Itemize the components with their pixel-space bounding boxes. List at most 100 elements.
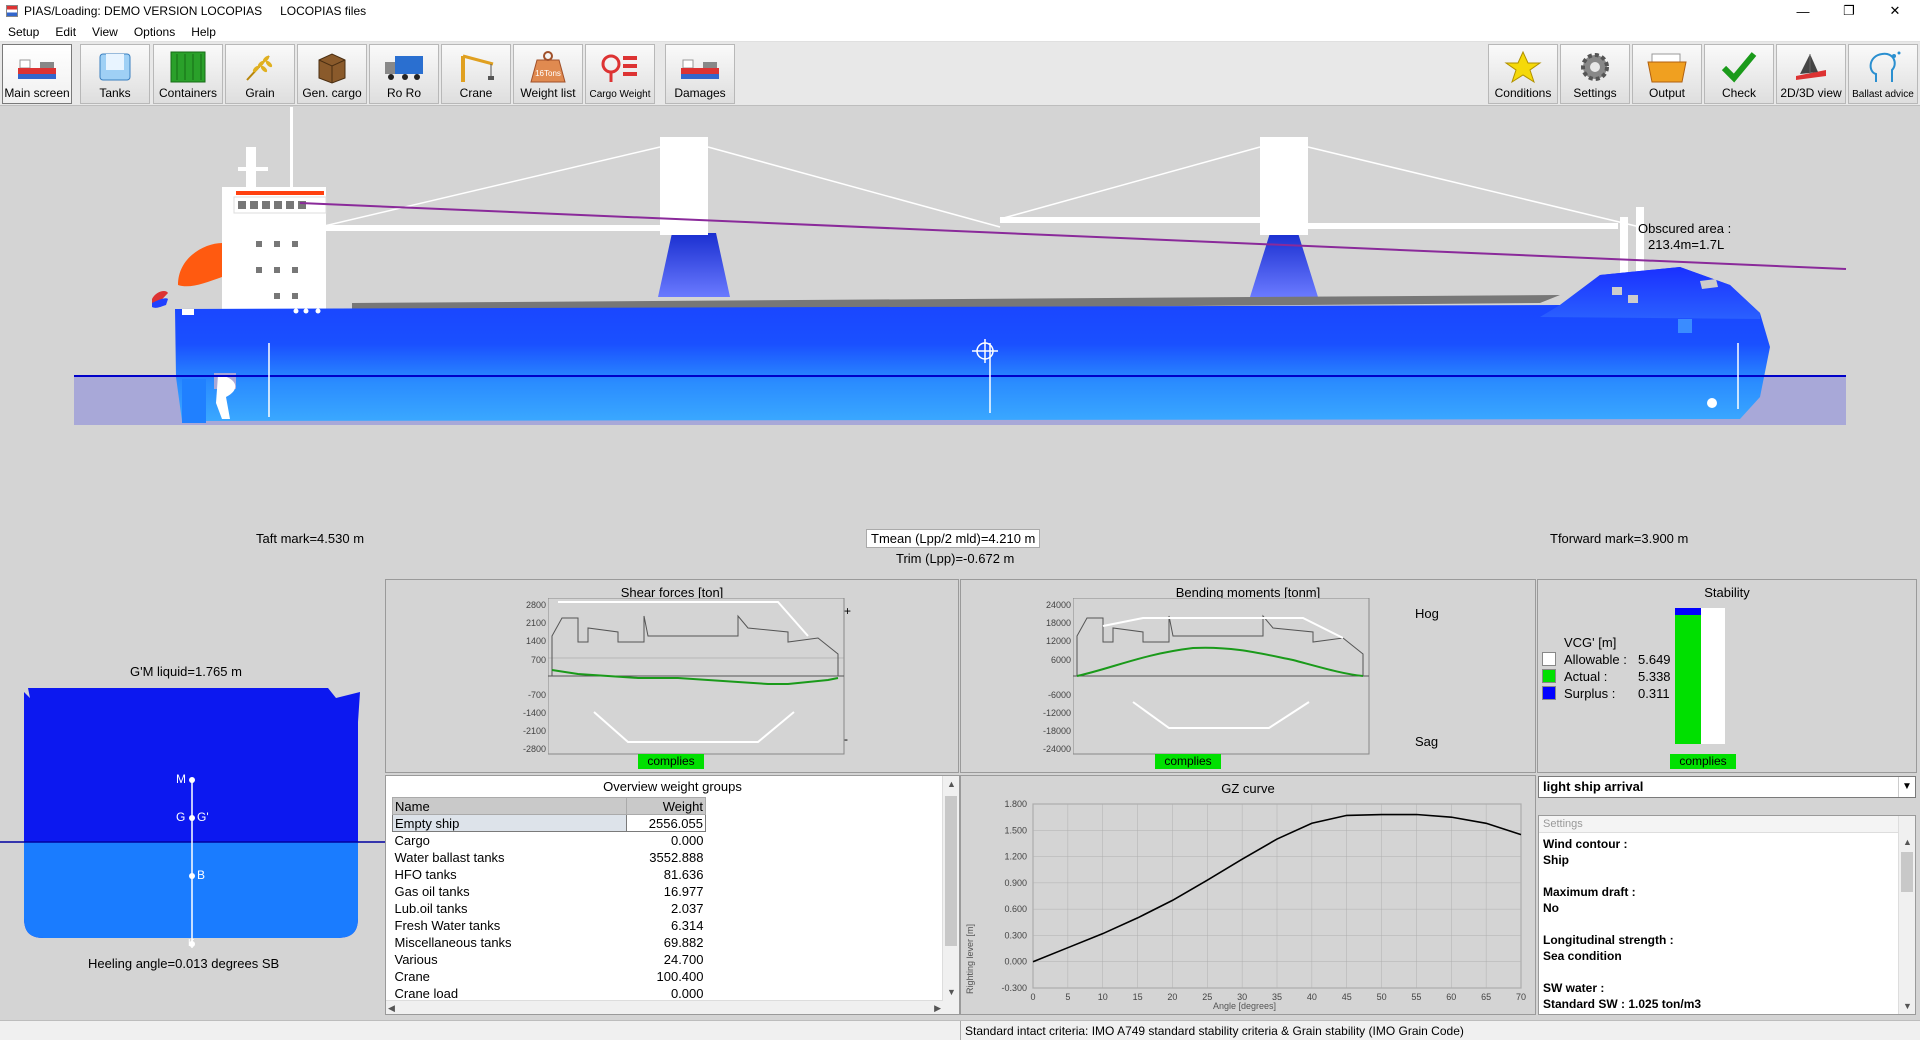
weights-scroll-thumb[interactable] bbox=[945, 796, 957, 946]
gz-ytick-label: 0.000 bbox=[1004, 957, 1027, 967]
roro-button[interactable]: Ro Ro bbox=[369, 44, 439, 104]
table-row[interactable]: Fresh Water tanks 6.314 bbox=[393, 917, 706, 934]
hold-cone-fwd bbox=[1250, 233, 1318, 297]
gz-xtick-label: 40 bbox=[1307, 992, 1317, 1002]
taft-mark: Taft mark=4.530 m bbox=[256, 531, 365, 546]
row-name: HFO tanks bbox=[394, 866, 457, 882]
table-row[interactable]: Cargo 0.000 bbox=[393, 832, 706, 849]
scroll-down-icon[interactable]: ▼ bbox=[943, 984, 959, 1000]
actual-value: 5.338 bbox=[1638, 669, 1671, 684]
stability-bar bbox=[1675, 608, 1725, 744]
scroll-left-icon[interactable]: ◀ bbox=[388, 1001, 395, 1014]
settings-scroll-thumb[interactable] bbox=[1901, 852, 1913, 892]
tank-icon bbox=[99, 53, 131, 81]
bending-status: complies bbox=[1155, 754, 1221, 769]
row-weight: 3552.888 bbox=[649, 849, 704, 865]
view-3d-button[interactable]: 2D/3D view bbox=[1776, 44, 1846, 104]
scroll-up-icon[interactable]: ▲ bbox=[1899, 834, 1915, 850]
bending-tick-2: 12000 bbox=[1045, 636, 1071, 646]
tanks-button[interactable]: Tanks bbox=[80, 44, 150, 104]
damages-button[interactable]: Damages bbox=[665, 44, 735, 104]
output-button[interactable]: Output bbox=[1632, 44, 1702, 104]
shear-minus: - bbox=[844, 732, 848, 746]
setting-value: No bbox=[1543, 901, 1559, 915]
gz-xtick-label: 15 bbox=[1133, 992, 1143, 1002]
table-header: Name Weight bbox=[392, 797, 706, 815]
bending-tick-3: 6000 bbox=[1050, 655, 1071, 665]
table-row[interactable]: Gas oil tanks 16.977 bbox=[393, 883, 706, 900]
table-row[interactable]: Miscellaneous tanks 69.882 bbox=[393, 934, 706, 951]
table-row[interactable]: Crane load 0.000 bbox=[393, 985, 706, 1002]
chevron-down-icon[interactable]: ▼ bbox=[1898, 777, 1915, 797]
gen-cargo-button[interactable]: Gen. cargo bbox=[297, 44, 367, 104]
weights-hscroll[interactable]: ◀ ▶ bbox=[386, 1000, 943, 1014]
table-row[interactable]: Various 24.700 bbox=[393, 951, 706, 968]
condition-select[interactable]: light ship arrival ▼ bbox=[1538, 776, 1916, 798]
main-screen-button[interactable]: Main screen bbox=[2, 44, 72, 104]
output-label: Output bbox=[1648, 86, 1686, 100]
shear-tick-5: -1400 bbox=[522, 708, 546, 718]
gz-ytick-label: 1.800 bbox=[1004, 799, 1027, 809]
ship-profile-drawing bbox=[74, 107, 1847, 425]
col-weight[interactable]: Weight bbox=[626, 797, 706, 815]
setting-label: Longitudinal strength : bbox=[1543, 933, 1674, 947]
app-window: PIAS/Loading: DEMO VERSION LOCOPIAS LOCO… bbox=[0, 0, 1920, 1040]
settings-vscroll[interactable]: ▲ ▼ bbox=[1898, 816, 1915, 1014]
surplus-label: Surplus : bbox=[1564, 686, 1616, 701]
check-button[interactable]: Check bbox=[1704, 44, 1774, 104]
menu-edit[interactable]: Edit bbox=[47, 25, 84, 39]
sag-label: Sag bbox=[1415, 734, 1439, 749]
cargo-weight-button[interactable]: Cargo Weight bbox=[585, 44, 655, 104]
col-name[interactable]: Name bbox=[392, 797, 627, 815]
cross-section-panel: G'M liquid=1.765 m M G G' B K Heeling an… bbox=[0, 578, 385, 1015]
ballast-advice-button[interactable]: Ballast advice bbox=[1848, 44, 1918, 104]
menu-view[interactable]: View bbox=[84, 25, 126, 39]
scroll-up-icon[interactable]: ▲ bbox=[943, 776, 959, 792]
crane-button[interactable]: Crane bbox=[441, 44, 511, 104]
gz-xtick-label: 20 bbox=[1167, 992, 1177, 1002]
shear-tick-2: 1400 bbox=[525, 636, 546, 646]
gz-xtick-label: 45 bbox=[1342, 992, 1352, 1002]
table-row[interactable]: Empty ship 2556.055 bbox=[392, 814, 706, 832]
weight-list-button[interactable]: 16Tons Weight list bbox=[513, 44, 583, 104]
table-row[interactable]: Crane 100.400 bbox=[393, 968, 706, 985]
close-button[interactable]: ✕ bbox=[1872, 0, 1918, 22]
damaged-ship-icon bbox=[681, 59, 719, 79]
menu-options[interactable]: Options bbox=[126, 25, 183, 39]
gz-xtick-label: 5 bbox=[1065, 992, 1070, 1002]
scroll-down-icon[interactable]: ▼ bbox=[1899, 998, 1915, 1014]
table-row[interactable]: Water ballast tanks 3552.888 bbox=[393, 849, 706, 866]
bending-tick-4: -6000 bbox=[1047, 690, 1071, 700]
settings-entry: Longitudinal strength : Sea condition bbox=[1543, 932, 1911, 964]
minimize-button[interactable]: — bbox=[1780, 0, 1826, 22]
settings-button[interactable]: Settings bbox=[1560, 44, 1630, 104]
hog-label: Hog bbox=[1415, 606, 1439, 621]
table-row[interactable]: HFO tanks 81.636 bbox=[393, 866, 706, 883]
row-name: Fresh Water tanks bbox=[394, 917, 501, 933]
setting-value: Sea condition bbox=[1543, 949, 1622, 963]
scroll-right-icon[interactable]: ▶ bbox=[934, 1001, 941, 1014]
maximize-button[interactable]: ❐ bbox=[1826, 0, 1872, 22]
menu-setup[interactable]: Setup bbox=[0, 25, 47, 39]
status-text: Standard intact criteria: IMO A749 stand… bbox=[965, 1024, 1464, 1038]
shear-tick-6: -2100 bbox=[522, 726, 546, 736]
toolbar: Main screen Tanks Containers Grain Gen. … bbox=[0, 42, 1920, 106]
check-label: Check bbox=[1721, 86, 1756, 100]
menu-help[interactable]: Help bbox=[183, 25, 224, 39]
3d-view-icon bbox=[1796, 54, 1826, 80]
row-weight: 81.636 bbox=[663, 866, 704, 882]
stability-title: Stability bbox=[1704, 585, 1750, 600]
gear-icon bbox=[1581, 53, 1609, 81]
roro-label: Ro Ro bbox=[386, 86, 421, 100]
grain-button[interactable]: Grain bbox=[225, 44, 295, 104]
gz-xtick-label: 55 bbox=[1411, 992, 1421, 1002]
conditions-button[interactable]: Conditions bbox=[1488, 44, 1558, 104]
row-weight: 69.882 bbox=[663, 934, 704, 950]
gz-xtick-label: 70 bbox=[1516, 992, 1526, 1002]
weights-vscroll[interactable]: ▲ ▼ bbox=[942, 776, 959, 1014]
row-name: Crane bbox=[394, 968, 430, 984]
vcg-header: VCG' [m] bbox=[1564, 635, 1617, 650]
table-row[interactable]: Lub.oil tanks 2.037 bbox=[393, 900, 706, 917]
containers-button[interactable]: Containers bbox=[153, 44, 223, 104]
cross-section-drawing bbox=[0, 688, 385, 948]
